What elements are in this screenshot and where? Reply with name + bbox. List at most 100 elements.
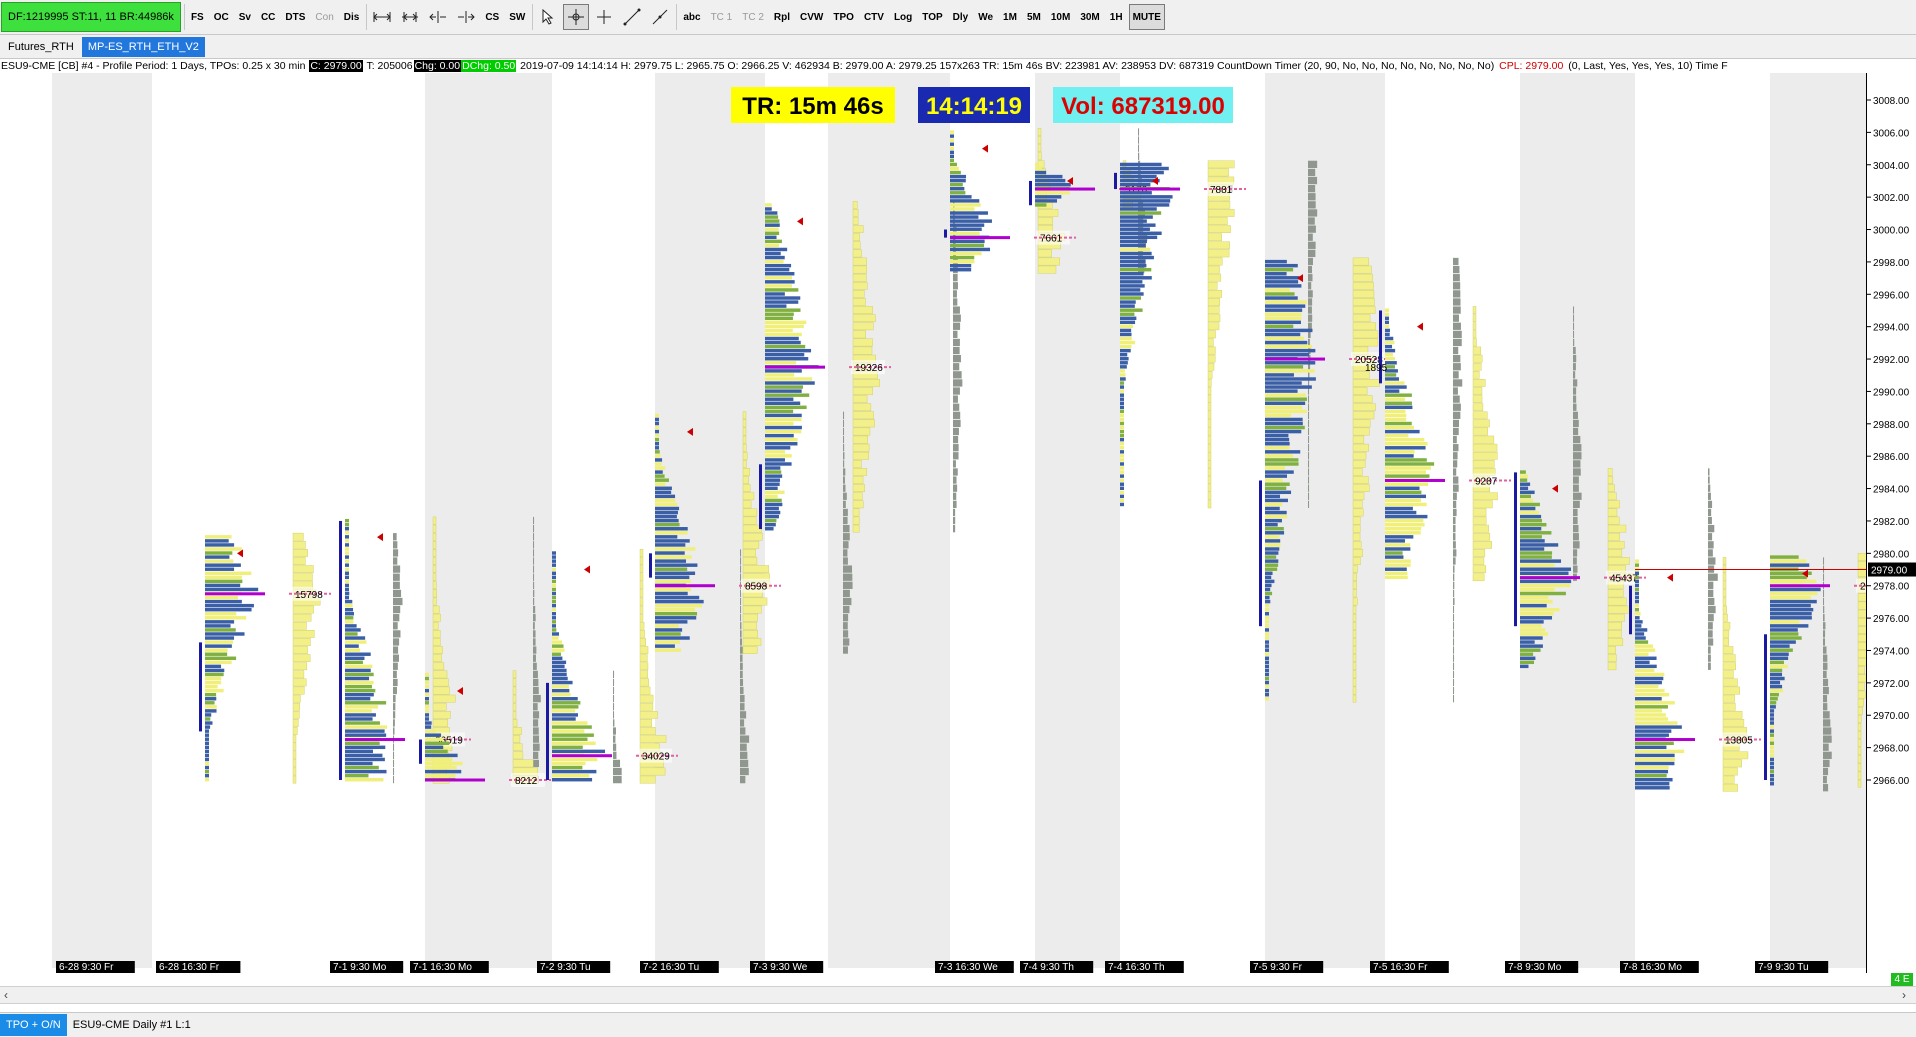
line-icon[interactable] bbox=[619, 4, 645, 30]
tpo-row bbox=[765, 369, 802, 373]
date-label: 7-3 16:30 We bbox=[938, 962, 998, 973]
toolbar-button-sw[interactable]: SW bbox=[505, 4, 529, 30]
tpo-row bbox=[1120, 227, 1150, 231]
price-axis[interactable]: 3008.00 3006.00 3004.00 3002.00 3000.00 2998.… bbox=[1866, 73, 1916, 973]
scroll-right-icon[interactable]: › bbox=[1902, 988, 1906, 1002]
toolbar-button-top[interactable]: TOP bbox=[918, 4, 946, 30]
scroll-left-icon[interactable]: ‹ bbox=[4, 988, 8, 1002]
volume-bar bbox=[432, 621, 439, 630]
toolbar-button-dis[interactable]: Dis bbox=[340, 4, 364, 30]
toolbar-button-rpl[interactable]: Rpl bbox=[770, 4, 794, 30]
split-left-icon[interactable] bbox=[425, 4, 451, 30]
tpo-row bbox=[205, 535, 232, 539]
delta-volume-bar bbox=[843, 630, 849, 638]
toolbar-button-oc[interactable]: OC bbox=[210, 4, 233, 30]
volume-bar bbox=[742, 492, 755, 501]
tpo-row bbox=[552, 684, 569, 689]
tpo-row bbox=[1770, 636, 1802, 640]
delta-volume-bar bbox=[1573, 330, 1575, 339]
zoom-horizontal-icon[interactable] bbox=[369, 4, 395, 30]
horizontal-scrollbar[interactable]: ‹ › bbox=[0, 986, 1916, 1004]
tpo-row bbox=[1265, 603, 1269, 608]
tpo-row bbox=[1635, 692, 1670, 697]
cross-icon[interactable] bbox=[591, 4, 617, 30]
delta-volume-bar bbox=[953, 387, 960, 395]
volume-bar bbox=[1207, 387, 1212, 395]
volume-label: 34029 bbox=[642, 752, 670, 763]
tpo-row bbox=[765, 332, 802, 337]
tpo-row bbox=[345, 745, 386, 750]
toolbar-button-mute[interactable]: MUTE bbox=[1128, 4, 1165, 30]
toolbar-button-tc-2[interactable]: TC 2 bbox=[738, 4, 768, 30]
tab-mp-es-rth-eth[interactable]: MP-ES_RTH_ETH_V2 bbox=[81, 36, 205, 57]
delta-volume-bar bbox=[953, 411, 961, 419]
toolbar-button-log[interactable]: Log bbox=[890, 4, 916, 30]
volume-bar bbox=[292, 719, 299, 727]
volume-bar bbox=[1472, 435, 1495, 444]
toolbar-button-dly[interactable]: Dly bbox=[949, 4, 973, 30]
toolbar-button-1m[interactable]: 1M bbox=[999, 4, 1021, 30]
delta-volume-bar bbox=[953, 371, 962, 379]
toolbar-button-cc[interactable]: CC bbox=[257, 4, 279, 30]
toolbar-button-1h[interactable]: 1H bbox=[1106, 4, 1127, 30]
delta-volume-bar bbox=[1708, 468, 1710, 476]
delta-volume-bar bbox=[1823, 589, 1825, 598]
toolbar-button-abc[interactable]: abc bbox=[679, 4, 704, 30]
delta-volume-bar bbox=[1308, 282, 1312, 290]
ray-icon[interactable] bbox=[647, 4, 673, 30]
toolbar-button-tc-1[interactable]: TC 1 bbox=[707, 4, 737, 30]
tpo-row bbox=[1120, 174, 1157, 179]
tpo-row bbox=[1265, 482, 1290, 486]
tab-tpo-on[interactable]: TPO + O/N bbox=[0, 1014, 67, 1036]
volume-bar bbox=[292, 532, 304, 541]
tpo-row bbox=[1385, 340, 1395, 345]
toolbar-button-we[interactable]: We bbox=[974, 4, 997, 30]
toolbar-button-5m[interactable]: 5M bbox=[1023, 4, 1045, 30]
delta-volume-bar bbox=[953, 274, 958, 282]
tpo-row bbox=[655, 437, 659, 442]
toolbar-button-dts[interactable]: DTS bbox=[281, 4, 309, 30]
tpo-row bbox=[765, 478, 781, 482]
toolbar-button-30m[interactable]: 30M bbox=[1076, 4, 1103, 30]
tpo-row bbox=[765, 458, 785, 462]
delta-volume-bar bbox=[393, 549, 399, 557]
tpo-chart[interactable]: 1579836519821234029859819326766151707881… bbox=[0, 73, 1866, 973]
tab-futures-rth[interactable]: Futures_RTH bbox=[2, 37, 80, 57]
toolbar-button-cvw[interactable]: CVW bbox=[796, 4, 827, 30]
tpo-row bbox=[1265, 506, 1280, 511]
delta-volume-bar bbox=[1453, 541, 1456, 549]
chart-area[interactable]: 1579836519821234029859819326766151707881… bbox=[0, 73, 1866, 973]
tpo-row bbox=[1520, 632, 1549, 636]
volume-bar bbox=[1472, 395, 1483, 403]
tab-esu9-daily[interactable]: ESU9-CME Daily #1 L:1 bbox=[67, 1014, 197, 1036]
delta-volume-bar bbox=[740, 670, 743, 679]
toolbar-button-fs[interactable]: FS bbox=[187, 4, 208, 30]
tpo-row bbox=[205, 717, 211, 721]
crosshair-icon[interactable] bbox=[563, 4, 590, 30]
tpo-row bbox=[205, 575, 242, 580]
tpo-row bbox=[552, 628, 557, 632]
tpo-row bbox=[345, 539, 349, 543]
volume-bar bbox=[1722, 646, 1734, 654]
split-right-icon[interactable] bbox=[453, 4, 479, 30]
toolbar-button-cs[interactable]: CS bbox=[481, 4, 503, 30]
toolbar-button-con[interactable]: Con bbox=[311, 4, 337, 30]
toolbar-button-ctv[interactable]: CTV bbox=[860, 4, 888, 30]
delta-volume-bar bbox=[953, 516, 956, 525]
zoom-horizontal-lock-icon[interactable] bbox=[397, 4, 423, 30]
delta-volume-bar bbox=[1453, 298, 1461, 306]
toolbar-button-10m[interactable]: 10M bbox=[1047, 4, 1074, 30]
delta-volume-bar bbox=[740, 573, 742, 581]
tpo-row bbox=[1770, 607, 1814, 612]
pointer-icon[interactable] bbox=[535, 4, 561, 30]
delta-volume-bar bbox=[1708, 581, 1714, 589]
toolbar-button-sv[interactable]: Sv bbox=[235, 4, 255, 30]
volume-bar bbox=[852, 395, 868, 403]
tpo-row bbox=[1385, 531, 1421, 535]
open-marker bbox=[1417, 322, 1423, 331]
tpo-row bbox=[552, 769, 597, 774]
volume-bar bbox=[292, 540, 306, 549]
volume-bar bbox=[1722, 719, 1745, 727]
volume-bar bbox=[742, 427, 747, 436]
toolbar-button-tpo[interactable]: TPO bbox=[829, 4, 858, 30]
